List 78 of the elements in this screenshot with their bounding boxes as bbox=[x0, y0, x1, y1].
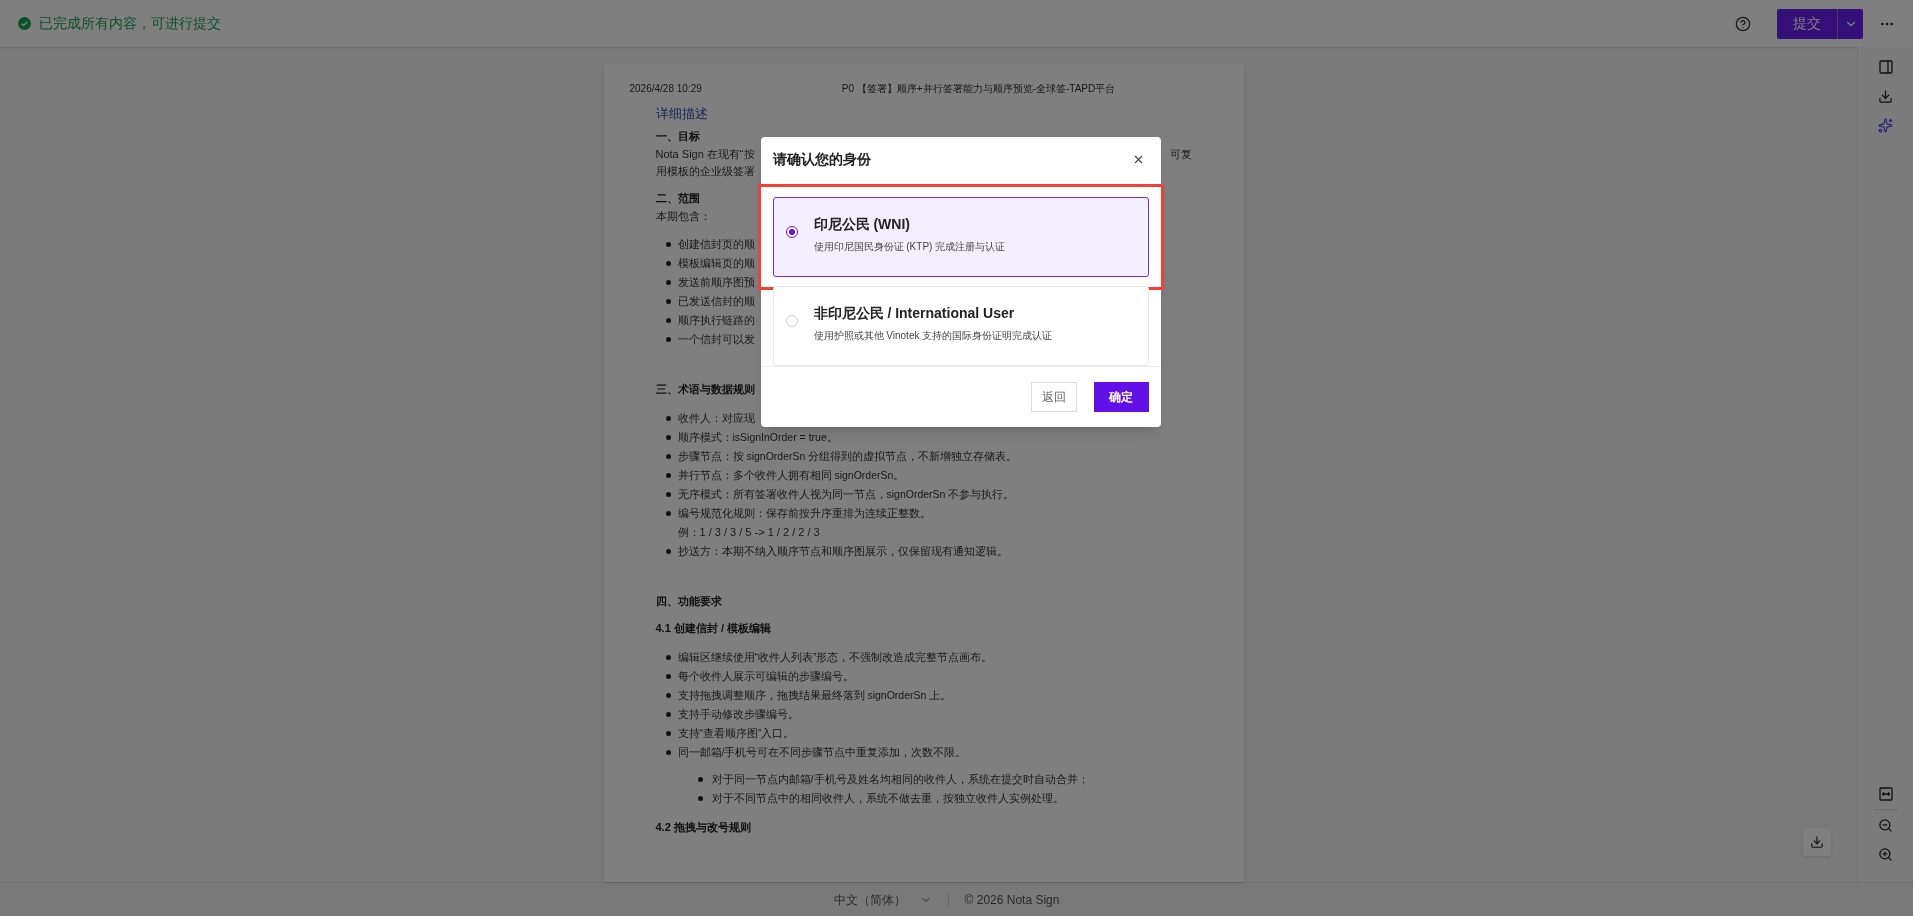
list-item: 无序模式：所有签署收件人视为同一节点，signOrderSn 不参与执行。 bbox=[677, 487, 1015, 502]
bullet-icon bbox=[665, 435, 671, 440]
option-title: 非印尼公民 / International User bbox=[813, 303, 1016, 323]
status-message: 已完成所有内容，可进行提交 bbox=[39, 14, 221, 33]
bullet-icon bbox=[665, 261, 671, 266]
radio-button[interactable] bbox=[785, 225, 798, 238]
print-timestamp: 2026/4/28 10:29 bbox=[629, 82, 702, 96]
back-button[interactable]: 返回 bbox=[1030, 381, 1077, 412]
bullet-icon bbox=[697, 777, 703, 782]
dialog-title: 请确认您的身份 bbox=[772, 150, 871, 170]
list-item: 发送前顺序图预 bbox=[677, 275, 755, 290]
list-item: 支持手动修改步骤编号。 bbox=[677, 707, 799, 722]
bullet-icon bbox=[665, 674, 671, 679]
bullet-icon bbox=[665, 511, 671, 516]
list-item: 对于不同节点中的相同收件人，系统不做去重，按独立收件人实例处理。 bbox=[711, 791, 1064, 806]
list-item: 步骤节点：按 signOrderSn 分组得到的虚拟节点，不新增独立存储表。 bbox=[677, 449, 1018, 464]
list-item: 支持“查看顺序图”入口。 bbox=[677, 726, 795, 741]
bullet-icon bbox=[665, 750, 671, 755]
subsection-heading: 4.1 创建信封 / 模板编辑 bbox=[655, 621, 772, 636]
section-heading: 一、目标 bbox=[655, 129, 700, 144]
section-heading: 四、功能要求 bbox=[655, 594, 722, 609]
list-item: 同一邮箱/手机号可在不同步骤节点中重复添加，次数不限。 bbox=[677, 745, 967, 760]
list-item: 一个信封可以发 bbox=[677, 332, 755, 347]
document-title: P0 【签署】顺序+并行签署能力与顺序预览-全球签-TAPD平台 bbox=[841, 82, 1116, 96]
section-heading: 三、术语与数据规则 bbox=[655, 382, 755, 397]
bullet-icon bbox=[665, 731, 671, 736]
list-item: 抄送方：本期不纳入顺序节点和顺序图展示，仅保留现有通知逻辑。 bbox=[677, 544, 1008, 559]
option-description: 使用印尼国民身份证 (KTP) 完成注册与认证 bbox=[813, 239, 1006, 254]
paragraph: 可复 bbox=[1169, 147, 1192, 162]
identity-option[interactable]: 非印尼公民 / International User 使用护照或其他 Vinotek 支持的国际身份证明完成认证 bbox=[772, 285, 1149, 366]
bullet-icon bbox=[665, 416, 671, 421]
check-circle-icon bbox=[18, 17, 31, 30]
copyright-text: © 2026 Nota Sign bbox=[964, 891, 1060, 909]
zoom-out-icon[interactable] bbox=[1878, 818, 1893, 833]
list-item: 对于同一节点内邮箱/手机号及姓名均相同的收件人，系统在提交时自动合并； bbox=[711, 772, 1089, 787]
list-item: 编辑区继续使用“收件人列表”形态，不强制改造成完整节点画布。 bbox=[677, 650, 993, 665]
fit-width-icon[interactable] bbox=[1878, 787, 1893, 801]
option-title: 印尼公民 (WNI) bbox=[813, 214, 911, 234]
zoom-in-icon[interactable] bbox=[1878, 847, 1893, 862]
panel-icon[interactable] bbox=[1877, 59, 1894, 75]
section-heading: 二、范围 bbox=[655, 191, 700, 206]
bullet-icon bbox=[697, 796, 703, 801]
bullet-icon bbox=[665, 693, 671, 698]
help-icon[interactable] bbox=[1735, 15, 1751, 32]
bullet-icon bbox=[665, 473, 671, 478]
download-button[interactable] bbox=[1803, 828, 1831, 856]
sparkles-icon[interactable] bbox=[1878, 118, 1893, 133]
list-item: 并行节点：多个收件人拥有相同 signOrderSn。 bbox=[677, 468, 905, 483]
list-item: 支持拖拽调整顺序，拖拽结果最终落到 signOrderSn 上。 bbox=[677, 688, 952, 703]
bullet-icon bbox=[665, 655, 671, 660]
section-title: 详细描述 bbox=[655, 105, 709, 123]
download-icon[interactable] bbox=[1878, 89, 1893, 104]
paragraph: Nota Sign 在现有“按 bbox=[655, 147, 755, 162]
bullet-icon bbox=[665, 712, 671, 717]
bullet-icon bbox=[665, 280, 671, 285]
bullet-icon bbox=[665, 242, 671, 247]
paragraph: 本期包含： bbox=[655, 209, 711, 224]
list-item: 已发送信封的顺 bbox=[677, 294, 755, 309]
list-item: 每个收件人展示可编辑的步骤编号。 bbox=[677, 669, 854, 684]
list-item: 编号规范化规则：保存前按升序重排为连续正整数。 bbox=[677, 506, 931, 521]
example-text: 例：1 / 3 / 3 / 5 -> 1 / 2 / 2 / 3 bbox=[676, 525, 820, 540]
list-item: 模板编辑页的顺 bbox=[677, 256, 755, 271]
list-item: 顺序模式：isSignInOrder = true。 bbox=[677, 430, 838, 445]
bullet-icon bbox=[665, 549, 671, 554]
bullet-icon bbox=[665, 337, 671, 342]
option-description: 使用护照或其他 Vinotek 支持的国际身份证明完成认证 bbox=[813, 328, 1053, 343]
list-item: 顺序执行链路的 bbox=[677, 313, 755, 328]
bullet-icon bbox=[665, 492, 671, 497]
paragraph: 用模板的企业级签署 bbox=[655, 164, 755, 179]
identity-option[interactable]: 印尼公民 (WNI) 使用印尼国民身份证 (KTP) 完成注册与认证 bbox=[772, 196, 1149, 277]
bullet-icon bbox=[665, 454, 671, 459]
bullet-icon bbox=[665, 299, 671, 304]
subsection-heading: 4.2 拖拽与改号规则 bbox=[655, 820, 751, 835]
list-item: 创建信封页的顺 bbox=[677, 237, 755, 252]
list-item: 收件人：对应现 bbox=[677, 411, 755, 426]
bullet-icon bbox=[665, 318, 671, 323]
confirm-button[interactable]: 确定 bbox=[1093, 381, 1149, 412]
download-icon bbox=[1810, 835, 1824, 849]
